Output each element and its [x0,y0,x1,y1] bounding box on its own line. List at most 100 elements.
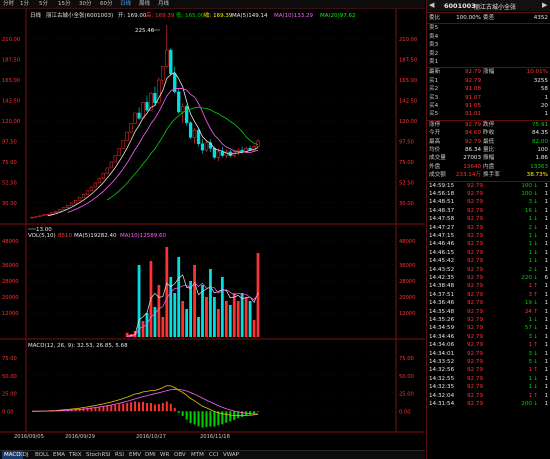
volume-bar [232,293,236,337]
y-tick-label-right: 210.00 [399,37,417,43]
candle-body [169,49,173,74]
x-date-label: 2016/09/29 [65,434,95,440]
indicator-tab-stochrsi[interactable]: StochRSI [86,451,110,459]
trade-count: 1 [544,291,548,298]
trade-direction-icon: ↓ [533,384,538,391]
indicator-tab-mtm[interactable]: MTM [191,451,204,459]
trade-qty: 1 [528,342,532,349]
volume-bar [197,317,200,337]
stat-value: 92.79 [464,138,481,145]
trade-count: 1 [544,392,548,399]
stat-value: 86.34 [464,147,481,153]
trade-time: 14:47:58 [429,216,455,223]
indicator-tab-wr[interactable]: WR [160,451,169,459]
tab-60min[interactable]: 60分 [100,0,113,9]
tab-1min[interactable]: 1分 [20,0,29,9]
sell-row: 卖1 [427,58,550,66]
candle-body [248,148,252,151]
latest-row: 最新 92.79 涨幅 10.01% [427,68,550,76]
trade-time: 14:46:15 [429,249,455,256]
y-tick-label-right: 120.00 [399,119,417,125]
low-value: 低: 165.00 [176,11,205,19]
trade-count: 1 [544,384,548,391]
indicator-tab-cci[interactable]: CCI [209,451,218,459]
trade-price: 92.79 [466,308,483,315]
trade-price: 92.79 [466,182,483,189]
tab-minute[interactable]: 分时 [3,0,14,9]
stat-value: 38.73% [526,172,548,179]
stat-value: 27003 [463,155,481,162]
volume-bar [165,247,169,337]
trade-qty: 1 [528,258,532,265]
trade-row: 14:42:35 92.79 220 ↓ 6 [427,274,550,282]
indicator-tab-kdj[interactable]: KDJ [19,451,28,459]
tab-5min[interactable]: 5分 [39,0,48,9]
indicator-tab-obv[interactable]: OBV [174,451,186,459]
trade-price: 92.79 [466,191,483,197]
indicator-tab-trix[interactable]: TRIX [69,451,82,459]
trade-row: 14:33:52 92.79 5 ↓ 1 [427,358,550,366]
prev-arrow-icon[interactable]: ◀ [429,1,434,9]
vol-tick-label-left: 12000 [2,311,19,317]
kline-chart[interactable]: 日线 丽江古城小全张(6001003) 开: 169.00 高: 169.39 … [0,9,425,450]
trade-row: 14:46:15 92.79 1 ↓ 1 [427,249,550,257]
trade-row: 14:32:04 92.79 1 ↑ 1 [427,392,550,400]
trade-price: 92.79 [466,249,483,256]
tab-monthly[interactable]: 月线 [158,0,169,9]
trade-qty: 220 [521,275,532,281]
candle-body [89,186,94,192]
stat-value: 100 [537,147,548,153]
stat-value: 13363 [530,163,548,170]
trade-price: 92.79 [466,207,483,214]
tab-weekly[interactable]: 周线 [139,0,150,9]
buy-label: 买2 [429,86,439,93]
next-arrow-icon[interactable]: ▶ [542,1,547,9]
candle-body [50,212,54,215]
tab-30min[interactable]: 30分 [79,0,92,9]
tab-daily[interactable]: 日线 [120,0,131,9]
buy-row: 买2 91.08 58 [427,85,550,93]
trade-price: 92.79 [466,258,483,265]
indicator-tab-dmi[interactable]: DMI [145,451,156,459]
trade-price: 92.79 [466,342,483,349]
volume-bar [220,277,224,337]
trade-time: 14:45:42 [429,258,455,265]
trade-price: 92.79 [466,300,483,307]
indicator-tab-ema[interactable]: EMA [53,451,65,459]
indicator-tab-emv[interactable]: EMV [129,451,141,459]
stat-value: 1.86 [535,155,548,162]
trade-direction-icon: ↓ [533,199,538,206]
trade-row: 14:34:01 92.79 3 ↓ 1 [427,350,550,358]
trade-direction-icon: ↓ [533,266,538,273]
indicator-tab-vwap[interactable]: VWAP [223,451,239,459]
stat-label: 今开 [429,130,441,137]
volume-bar [228,305,232,337]
vol-tick-label-right: 12000 [399,311,416,317]
candle-body [77,197,82,201]
trade-price: 92.79 [466,266,483,273]
trade-qty: 2 [528,224,532,231]
trade-count: 1 [544,191,548,197]
period-label: 日线 [30,11,42,19]
trade-price: 92.79 [466,233,483,239]
stat-value: 82.00 [531,138,548,145]
indicator-tab-boll[interactable]: BOLL [35,451,49,459]
trade-direction-icon: ↑ [533,283,538,290]
trade-time: 14:48:51 [429,199,455,206]
trade-time: 14:48:37 [429,207,455,214]
buy-row: 买3 91.07 1 [427,94,550,102]
trade-count: 1 [544,359,548,365]
candle-body [105,167,109,174]
trade-qty: 200 [521,401,532,407]
candle-body [97,178,102,184]
buy-qty: 3255 [533,77,548,84]
trade-row: 14:47:58 92.79 1 ↓ 1 [427,215,550,223]
trade-direction-icon: ↑ [533,342,538,349]
volume-bar [157,285,161,337]
stat-label: 成交额 [429,172,446,179]
candle-body [129,123,133,133]
indicator-tab-rsi[interactable]: RSI [115,451,124,459]
trade-price: 92.79 [466,275,483,281]
tab-15min[interactable]: 15分 [58,0,71,9]
stat-value: 92.79 [464,121,481,128]
